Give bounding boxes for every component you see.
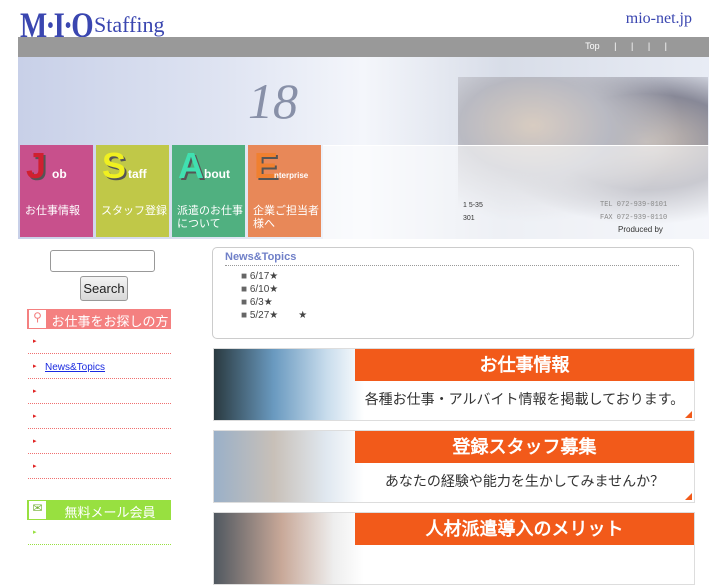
mail-icon: ✉	[29, 501, 46, 519]
tel: TEL 072-939-0101	[600, 201, 668, 209]
banner-subtitle: あなたの経験や能力を生かしてみませんか？	[384, 473, 665, 489]
corner-arrow-icon	[685, 493, 692, 500]
list-item: ▸	[28, 454, 171, 479]
tile-staff[interactable]: Staff スタッフ登録	[96, 145, 169, 237]
tile-label: 企業ご担当者様へ	[253, 205, 319, 230]
produced-by: Produced by	[618, 225, 663, 234]
search-pin-icon: ⚲	[29, 310, 46, 328]
address-line: 1 5-35	[463, 202, 483, 209]
bullet-icon: ▸	[33, 463, 37, 470]
sidebar-link[interactable]	[45, 337, 59, 348]
banner-title: お仕事情報	[355, 349, 694, 381]
banner-staff[interactable]: 登録スタッフ募集あなたの経験や能力を生かしてみませんか？	[213, 430, 695, 503]
bullet-icon: ▸	[33, 388, 37, 395]
bullet-icon: ▸	[33, 529, 37, 536]
tile-letter: S	[102, 145, 127, 186]
sidebar-link[interactable]	[45, 412, 62, 423]
sidebar-link[interactable]	[45, 462, 70, 473]
search-button[interactable]: Search	[80, 276, 128, 301]
corner-arrow-icon	[685, 411, 692, 418]
header-label: 無料メール会員	[64, 505, 156, 520]
hero-banner: 18 Job お仕事情報 Staff スタッフ登録 About 派遣のお仕事について …	[18, 57, 709, 239]
bullet-icon: ▸	[33, 363, 37, 370]
news-item[interactable]: 6/3★	[241, 296, 307, 309]
woman-phone-image	[214, 431, 364, 502]
job-seeker-header: ⚲ お仕事をお探しの方へ	[27, 309, 171, 348]
tile-label: 派遣のお仕事について	[177, 205, 243, 230]
tile-job[interactable]: Job お仕事情報	[20, 145, 93, 237]
sidebar-link[interactable]	[45, 528, 73, 539]
tile-word: nterprise	[274, 171, 309, 180]
news-item[interactable]: 6/10★	[241, 283, 307, 296]
list-item: ▸	[28, 429, 171, 454]
list-item: ▸ News&Topics	[28, 354, 171, 379]
tile-word: bout	[204, 167, 230, 181]
buildings-image	[214, 349, 364, 420]
news-list: 6/17★ 6/10★ 6/3★ 5/27★ ★	[241, 270, 307, 322]
logo-text: Staffing	[94, 12, 165, 37]
bullet-icon: ▸	[33, 438, 37, 445]
news-title: News&Topics	[225, 251, 679, 266]
site-domain: mio-net.jp	[625, 10, 692, 27]
tile-word: taff	[128, 167, 147, 181]
tile-letter: J	[26, 145, 47, 186]
list-item: ▸	[28, 329, 171, 354]
tile-enterprise[interactable]: Enterprise 企業ご担当者様へ	[248, 145, 321, 237]
sidebar-link[interactable]	[45, 387, 62, 398]
list-item: ▸	[28, 520, 171, 545]
top-nav: Top | | | |	[18, 37, 709, 57]
bullet-icon: ▸	[33, 338, 37, 345]
list-item: ▸	[28, 379, 171, 404]
tile-about[interactable]: About 派遣のお仕事について	[172, 145, 245, 237]
hero-number: 18	[248, 73, 298, 129]
address-line: 301	[463, 215, 475, 222]
sidebar-link-news[interactable]: News&Topics	[45, 362, 105, 373]
nav-links[interactable]: Top | | | |	[585, 41, 667, 51]
sidebar-link[interactable]	[45, 437, 73, 448]
handshake-image	[214, 513, 364, 584]
banner-title: 人材派遣導入のメリット	[355, 513, 694, 545]
search-input[interactable]	[50, 250, 155, 272]
tile-letter: A	[178, 145, 204, 186]
news-topics-box: News&Topics 6/17★ 6/10★ 6/3★ 5/27★ ★	[212, 247, 694, 339]
tile-label: お仕事情報	[25, 205, 80, 217]
banner-jobs[interactable]: お仕事情報各種お仕事・アルバイト情報を掲載しております。	[213, 348, 695, 421]
fax: FAX 072-939-0110	[600, 214, 668, 222]
mail-member-header: ✉ 無料メール会員	[27, 500, 171, 520]
bullet-icon: ▸	[33, 413, 37, 420]
banner-merits[interactable]: 人材派遣導入のメリット	[213, 512, 695, 585]
contact: TEL 072-939-0101 FAX 072-939-0110	[600, 199, 667, 225]
news-item[interactable]: 5/27★ ★	[241, 309, 307, 322]
banner-title: 登録スタッフ募集	[355, 431, 694, 463]
tile-label: スタッフ登録	[101, 205, 167, 217]
banner-subtitle: 各種お仕事・アルバイト情報を掲載しております。	[364, 391, 685, 407]
tile-letter: E	[254, 145, 279, 186]
list-item: ▸	[28, 404, 171, 429]
tile-word: ob	[52, 167, 67, 181]
address: 1 5-35 301	[463, 199, 483, 225]
news-item[interactable]: 6/17★	[241, 270, 307, 283]
